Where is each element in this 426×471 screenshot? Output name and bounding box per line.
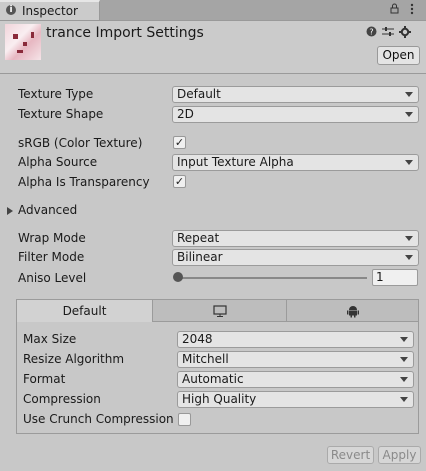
alpha-source-label: Alpha Source	[18, 155, 98, 169]
format-value: Automatic	[182, 372, 244, 386]
resize-algorithm-dropdown[interactable]: Mitchell	[177, 351, 414, 368]
compression-dropdown[interactable]: High Quality	[177, 391, 414, 408]
texture-type-value: Default	[177, 87, 221, 101]
max-size-value: 2048	[182, 332, 213, 346]
chevron-down-icon	[400, 337, 408, 342]
compression-value: High Quality	[182, 392, 257, 406]
revert-button[interactable]: Revert	[327, 446, 374, 464]
max-size-label: Max Size	[23, 332, 77, 346]
apply-button[interactable]: Apply	[378, 446, 421, 464]
page-title: trance Import Settings	[46, 25, 204, 41]
info-icon: i	[6, 5, 16, 15]
texture-thumbnail	[5, 24, 41, 60]
chevron-down-icon	[405, 255, 413, 260]
monitor-icon	[212, 305, 227, 317]
tab-android[interactable]	[287, 300, 418, 322]
texture-shape-value: 2D	[177, 107, 194, 121]
wrap-mode-dropdown[interactable]: Repeat	[172, 230, 419, 247]
texture-shape-label: Texture Shape	[18, 107, 104, 121]
tab-inspector[interactable]: i Inspector	[0, 0, 100, 20]
chevron-down-icon	[405, 92, 413, 97]
resize-algorithm-value: Mitchell	[182, 352, 229, 366]
inspector-header: trance Import Settings ? Open	[0, 21, 426, 74]
chevron-down-icon	[400, 357, 408, 362]
aniso-slider-track[interactable]	[177, 277, 367, 279]
tab-label: Inspector	[22, 4, 78, 18]
menu-icon[interactable]	[410, 3, 414, 18]
crunch-compression-label: Use Crunch Compression	[23, 412, 174, 426]
tab-standalone[interactable]	[153, 300, 287, 322]
chevron-down-icon	[400, 377, 408, 382]
srgb-checkbox[interactable]: ✓	[173, 136, 186, 149]
chevron-down-icon	[400, 397, 408, 402]
chevron-down-icon	[405, 160, 413, 165]
filter-mode-value: Bilinear	[177, 250, 223, 264]
filter-mode-dropdown[interactable]: Bilinear	[172, 249, 419, 266]
wrap-mode-label: Wrap Mode	[18, 231, 86, 245]
wrap-mode-value: Repeat	[177, 231, 220, 245]
aniso-level-label: Aniso Level	[18, 271, 87, 285]
texture-shape-dropdown[interactable]: 2D	[172, 106, 419, 123]
alpha-source-dropdown[interactable]: Input Texture Alpha	[172, 154, 419, 171]
help-icon[interactable]: ?	[366, 26, 377, 40]
compression-label: Compression	[23, 392, 101, 406]
open-button[interactable]: Open	[377, 46, 420, 65]
lock-icon[interactable]	[390, 3, 399, 17]
format-dropdown[interactable]: Automatic	[177, 371, 414, 388]
alpha-transparency-label: Alpha Is Transparency	[18, 175, 150, 189]
format-label: Format	[23, 372, 66, 386]
foldout-arrow-icon[interactable]	[7, 207, 13, 215]
chevron-down-icon	[405, 236, 413, 241]
alpha-source-value: Input Texture Alpha	[177, 155, 294, 169]
chevron-down-icon	[405, 112, 413, 117]
resize-algorithm-label: Resize Algorithm	[23, 352, 125, 366]
aniso-level-input[interactable]: 1	[372, 269, 418, 286]
aniso-slider-handle[interactable]	[173, 272, 183, 282]
android-icon	[346, 306, 359, 318]
settings-sliders-icon[interactable]	[382, 26, 394, 40]
tab-bar: i Inspector	[0, 0, 426, 21]
texture-type-dropdown[interactable]: Default	[172, 86, 419, 103]
svg-text:?: ?	[369, 28, 373, 37]
srgb-label: sRGB (Color Texture)	[18, 136, 143, 150]
advanced-foldout[interactable]: Advanced	[18, 203, 77, 217]
alpha-transparency-checkbox[interactable]: ✓	[173, 175, 186, 188]
tab-default[interactable]: Default	[17, 300, 153, 322]
crunch-compression-checkbox[interactable]	[178, 413, 191, 426]
gear-icon[interactable]	[399, 26, 411, 41]
filter-mode-label: Filter Mode	[18, 250, 85, 264]
texture-type-label: Texture Type	[18, 87, 94, 101]
max-size-dropdown[interactable]: 2048	[177, 331, 414, 348]
